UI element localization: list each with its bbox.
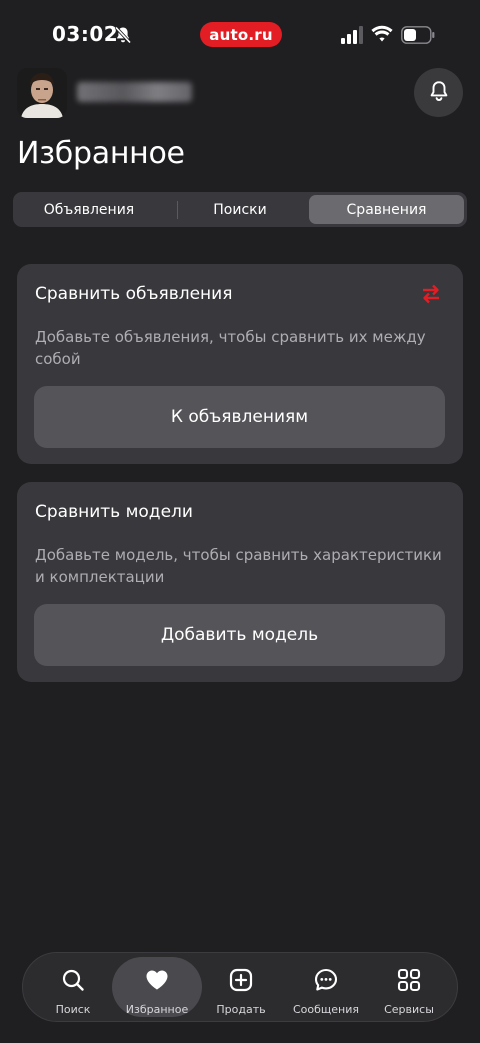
tab-services[interactable]: Сервисы (365, 957, 453, 1017)
tab-label: Избранное (125, 1003, 189, 1016)
page-title: Избранное (17, 136, 185, 171)
tab-searches[interactable]: Поиски (167, 195, 313, 224)
search-icon (60, 967, 86, 997)
battery-icon (401, 26, 435, 44)
notifications-button[interactable] (414, 68, 463, 117)
card-title: Сравнить объявления (35, 284, 233, 304)
card-description: Добавьте модель, чтобы сравнить характер… (35, 546, 442, 586)
go-to-listings-button[interactable]: К объявлениям (34, 386, 445, 448)
card-title: Сравнить модели (35, 502, 193, 522)
tab-messages[interactable]: Сообщения (281, 957, 371, 1017)
tab-label: Продать (216, 1003, 266, 1016)
add-model-button[interactable]: Добавить модель (34, 604, 445, 666)
tab-label: Сообщения (292, 1003, 359, 1016)
bell-off-icon (113, 25, 133, 45)
swap-arrows-icon (419, 282, 443, 306)
chat-bubble-icon (313, 967, 339, 997)
bottom-tab-bar: Поиск Избранное Продать Сообщения Сервис… (22, 952, 458, 1022)
tab-sell[interactable]: Продать (197, 957, 285, 1017)
tab-favorites[interactable]: Избранное (112, 957, 202, 1017)
heart-icon (144, 967, 170, 997)
brand-logo: auto.ru (200, 22, 282, 47)
segmented-control: Объявления Поиски Сравнения (13, 192, 467, 227)
plus-square-icon (228, 967, 254, 997)
avatar-photo (17, 68, 67, 118)
card-description: Добавьте объявления, чтобы сравнить их м… (35, 328, 426, 368)
tab-label: Поиск (55, 1003, 91, 1016)
user-name[interactable] (77, 82, 192, 102)
avatar[interactable] (17, 68, 67, 118)
compare-listings-card: Сравнить объявления Добавьте объявления,… (17, 264, 463, 464)
tab-label: Сервисы (384, 1003, 434, 1016)
tab-listings[interactable]: Объявления (16, 195, 162, 224)
cellular-signal-icon (341, 26, 363, 44)
grid-icon (396, 967, 422, 997)
compare-models-card: Сравнить модели Добавьте модель, чтобы с… (17, 482, 463, 682)
tab-search[interactable]: Поиск (29, 957, 117, 1017)
bell-icon (427, 79, 451, 107)
status-time: 03:02 (52, 22, 119, 46)
wifi-icon (371, 24, 393, 44)
status-bar: 03:02 auto.ru (0, 0, 480, 70)
tab-comparisons[interactable]: Сравнения (309, 195, 464, 224)
